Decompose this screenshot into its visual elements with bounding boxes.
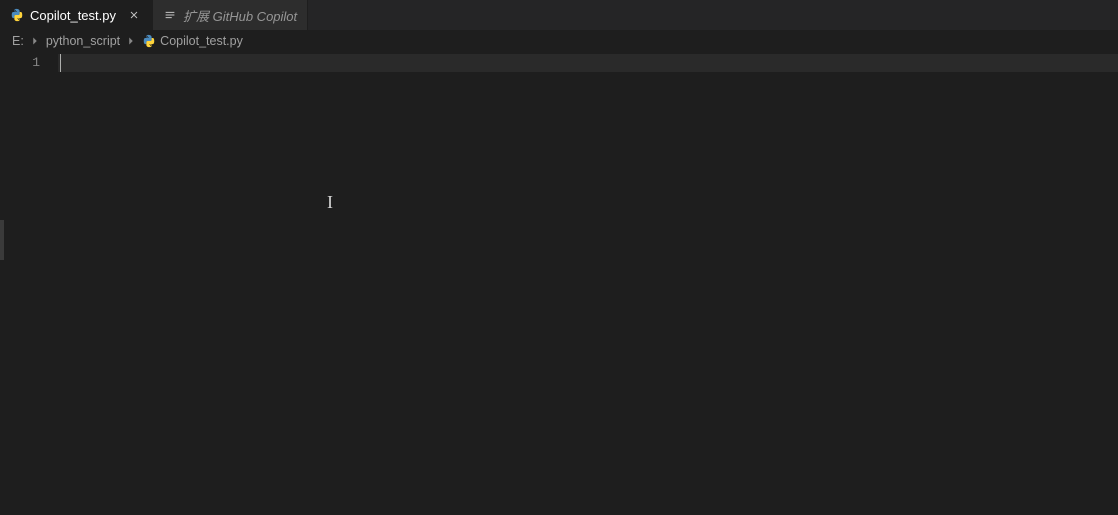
tab-label: Copilot_test.py	[30, 8, 116, 23]
chevron-right-icon	[124, 34, 138, 48]
python-icon	[10, 8, 24, 22]
line-number: 1	[0, 54, 40, 72]
extension-icon	[163, 8, 177, 22]
code-editor[interactable]	[58, 52, 1118, 515]
breadcrumb: E: python_script Copilot_test.py	[0, 30, 1118, 52]
chevron-right-icon	[28, 34, 42, 48]
breadcrumb-root[interactable]: E:	[12, 34, 24, 48]
tab-copilot-test[interactable]: Copilot_test.py	[0, 0, 153, 30]
scrollbar-marker	[0, 220, 4, 260]
tabs-bar: Copilot_test.py 扩展 GitHub Copilot	[0, 0, 1118, 30]
breadcrumb-folder-label: python_script	[46, 34, 120, 48]
python-icon	[142, 34, 156, 48]
text-cursor	[60, 54, 61, 72]
tab-label: 扩展 GitHub Copilot	[183, 6, 297, 25]
breadcrumb-file-label: Copilot_test.py	[160, 34, 243, 48]
breadcrumb-folder[interactable]: python_script	[46, 34, 120, 48]
current-line-highlight	[58, 54, 1118, 72]
line-gutter: 1	[0, 52, 58, 515]
breadcrumb-file[interactable]: Copilot_test.py	[142, 34, 243, 48]
tab-extension-copilot[interactable]: 扩展 GitHub Copilot	[153, 0, 308, 30]
close-icon[interactable]	[126, 7, 142, 23]
editor-area: 1	[0, 52, 1118, 515]
breadcrumb-root-label: E:	[12, 34, 24, 48]
